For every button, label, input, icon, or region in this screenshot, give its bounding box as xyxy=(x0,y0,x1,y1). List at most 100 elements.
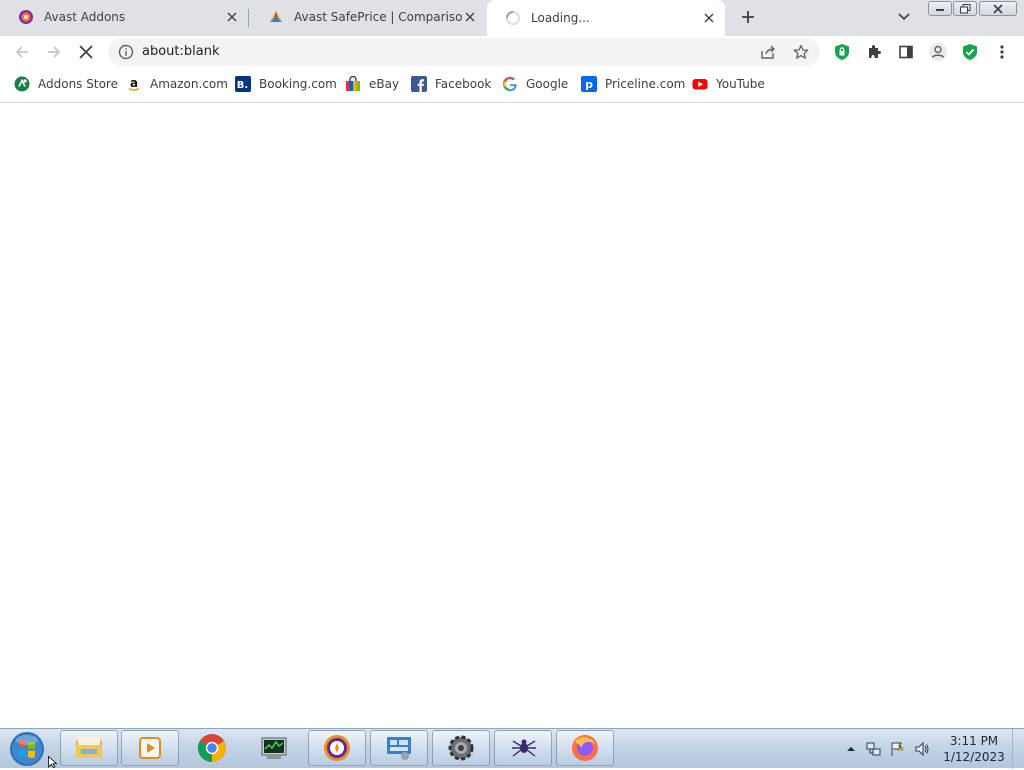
profile-button[interactable] xyxy=(926,40,950,64)
close-tab-icon[interactable] xyxy=(462,9,478,25)
avast-shield-lock-icon xyxy=(835,44,849,60)
bookmark-addons-store[interactable]: Addons Store xyxy=(14,76,118,92)
bookmark-label: Booking.com xyxy=(259,77,337,91)
bookmarks-bar: Addons Store a Amazon.com B. Booking.com… xyxy=(0,70,1024,98)
taskbar-control-panel[interactable] xyxy=(370,730,428,766)
page-content-area[interactable] xyxy=(0,103,1024,728)
youtube-icon xyxy=(692,76,708,92)
bookmark-label: Addons Store xyxy=(38,77,118,91)
close-tab-icon[interactable] xyxy=(224,9,240,25)
clock-date: 1/12/2023 xyxy=(943,750,1005,764)
loading-spinner-icon xyxy=(506,11,520,25)
url-text[interactable]: about:blank xyxy=(142,44,220,59)
tab-search-button[interactable] xyxy=(894,8,914,26)
address-bar[interactable]: about:blank xyxy=(108,38,820,66)
bookmark-label: Facebook xyxy=(435,77,492,91)
bookmark-star-icon[interactable] xyxy=(793,44,809,60)
spider-app-icon xyxy=(512,739,536,757)
minimize-button[interactable] xyxy=(928,1,952,16)
taskbar-spider-app[interactable] xyxy=(494,730,552,766)
start-button[interactable] xyxy=(6,731,48,767)
tab-title: Loading... xyxy=(531,11,590,25)
chrome-icon xyxy=(198,734,226,762)
tab-loading[interactable]: Loading... xyxy=(487,0,725,36)
mouse-cursor-icon xyxy=(48,756,58,768)
bookmark-label: Priceline.com xyxy=(605,77,686,91)
avatar-icon xyxy=(929,43,947,61)
bookmark-booking[interactable]: B. Booking.com xyxy=(235,76,337,92)
taskbar-chrome[interactable] xyxy=(183,730,241,766)
plus-icon xyxy=(742,11,754,23)
ebay-icon xyxy=(345,76,361,92)
stop-x-icon xyxy=(79,45,93,59)
taskbar-firefox[interactable] xyxy=(556,730,614,766)
tab-separator xyxy=(248,9,249,27)
side-panel-button[interactable] xyxy=(894,40,918,64)
priceline-icon: p xyxy=(581,76,597,92)
show-desktop-button[interactable] xyxy=(1012,729,1024,769)
windows-taskbar: 3:11 PM 1/12/2023 xyxy=(0,728,1024,769)
safeprice-icon xyxy=(270,11,282,22)
arrow-left-icon xyxy=(15,46,28,58)
new-tab-button[interactable] xyxy=(736,6,760,28)
bookmark-label: eBay xyxy=(369,77,400,91)
windows-start-orb-icon xyxy=(10,732,44,766)
control-panel-icon xyxy=(387,737,411,760)
bookmark-google[interactable]: Google xyxy=(502,76,568,92)
bookmark-ebay[interactable]: eBay xyxy=(345,76,399,92)
tab-title: Avast SafePrice | Comparison, de xyxy=(294,10,462,24)
svg-text:a: a xyxy=(130,76,138,90)
avast-browser-icon xyxy=(324,735,350,761)
avast-online-security-button[interactable] xyxy=(830,40,854,64)
firefox-icon xyxy=(572,735,598,761)
taskbar-task-manager[interactable] xyxy=(245,730,303,766)
chevron-down-icon xyxy=(898,13,910,21)
settings-gear-icon xyxy=(448,735,474,761)
speaker-icon xyxy=(915,741,929,757)
chevron-up-icon xyxy=(847,747,855,751)
info-icon[interactable] xyxy=(118,44,134,60)
minimize-icon xyxy=(936,8,944,11)
close-icon xyxy=(993,3,1003,14)
restore-button[interactable] xyxy=(953,1,977,16)
system-clock[interactable]: 3:11 PM 1/12/2023 xyxy=(938,733,1010,765)
back-button[interactable] xyxy=(10,40,34,64)
bookmark-label: YouTube xyxy=(716,77,765,91)
taskbar-file-explorer[interactable] xyxy=(60,730,118,766)
bookmark-priceline[interactable]: p Priceline.com xyxy=(581,76,685,92)
media-player-icon xyxy=(139,737,161,759)
booking-icon: B. xyxy=(235,76,251,92)
svg-text:p: p xyxy=(585,78,593,91)
bookmark-facebook[interactable]: Facebook xyxy=(411,76,491,92)
bookmark-label: Amazon.com xyxy=(150,77,228,91)
network-tray-icon[interactable] xyxy=(866,741,882,757)
tab-avast-addons[interactable]: Avast Addons xyxy=(0,0,248,34)
tab-title: Avast Addons xyxy=(44,10,126,24)
close-tab-icon[interactable] xyxy=(701,10,717,26)
forward-button[interactable] xyxy=(42,40,66,64)
tab-avast-safeprice[interactable]: Avast SafePrice | Comparison, de xyxy=(250,0,486,34)
extensions-button[interactable] xyxy=(862,40,886,64)
amazon-icon: a xyxy=(126,76,142,92)
browser-toolbar: about:blank xyxy=(0,36,1024,68)
taskbar-settings-app[interactable] xyxy=(432,730,490,766)
close-window-button[interactable] xyxy=(979,1,1017,16)
network-icon xyxy=(866,742,881,756)
kebab-menu-icon xyxy=(1000,45,1004,59)
menu-button[interactable] xyxy=(990,40,1014,64)
volume-tray-icon[interactable] xyxy=(914,741,930,757)
shield-check-icon xyxy=(963,44,977,60)
bookmark-amazon[interactable]: a Amazon.com xyxy=(126,76,228,92)
addons-store-icon xyxy=(14,76,30,92)
action-center-tray-icon[interactable] xyxy=(890,741,906,757)
side-panel-icon xyxy=(899,45,913,59)
avast-safeprice-extension-button[interactable] xyxy=(958,40,982,64)
file-explorer-icon xyxy=(76,737,102,758)
taskbar-avast-secure-browser[interactable] xyxy=(308,730,366,766)
bookmark-youtube[interactable]: YouTube xyxy=(692,76,765,92)
stop-loading-button[interactable] xyxy=(74,40,98,64)
avast-addons-icon xyxy=(19,10,33,24)
share-icon[interactable] xyxy=(760,44,776,60)
taskbar-media-player[interactable] xyxy=(121,730,179,766)
show-hidden-icons-button[interactable] xyxy=(843,741,859,757)
